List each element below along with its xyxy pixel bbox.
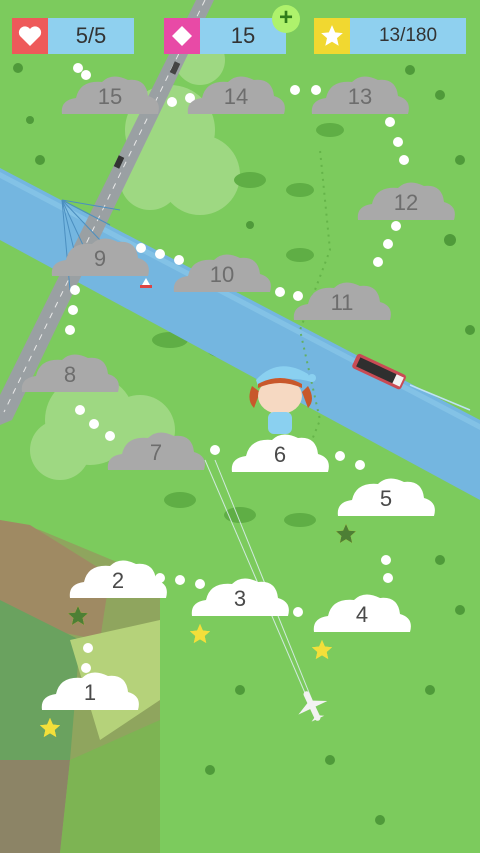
level-number: 5 xyxy=(379,486,393,511)
level-node-1[interactable]: 1 xyxy=(38,668,142,737)
level-number: 8 xyxy=(63,362,77,387)
lives-value: 5/5 xyxy=(48,18,134,54)
level-node-9[interactable]: 9 xyxy=(48,234,152,278)
level-number: 2 xyxy=(111,568,125,593)
level-number: 10 xyxy=(209,262,235,287)
level-node-14[interactable]: 14 xyxy=(184,72,288,116)
level-node-7[interactable]: 7 xyxy=(104,428,208,472)
level-node-5[interactable]: 5 xyxy=(334,474,438,543)
gems-counter[interactable]: 15 xyxy=(164,18,286,54)
level-number: 7 xyxy=(149,440,163,465)
player-avatar[interactable] xyxy=(238,352,324,438)
star-icon xyxy=(314,18,350,54)
star-filled-icon xyxy=(40,718,60,737)
level-number: 14 xyxy=(223,84,249,109)
level-node-3[interactable]: 3 xyxy=(188,574,292,643)
level-node-15[interactable]: 15 xyxy=(58,72,162,116)
level-node-11[interactable]: 11 xyxy=(290,278,394,322)
level-number: 11 xyxy=(330,290,354,315)
add-gems-button[interactable]: + xyxy=(272,5,300,33)
heart-icon xyxy=(12,18,48,54)
level-number: 12 xyxy=(393,190,419,215)
level-number: 1 xyxy=(83,680,97,705)
level-number: 13 xyxy=(347,84,373,109)
level-number: 9 xyxy=(93,246,107,271)
level-node-6[interactable]: 6 xyxy=(228,430,332,474)
level-number: 15 xyxy=(97,84,123,109)
level-number: 4 xyxy=(355,602,369,627)
level-node-10[interactable]: 10 xyxy=(170,250,274,294)
level-node-4[interactable]: 4 xyxy=(310,590,414,659)
star-empty-icon xyxy=(68,606,88,625)
level-node-2[interactable]: 2 xyxy=(66,556,170,625)
star-filled-icon xyxy=(190,624,210,643)
stars-value: 13/180 xyxy=(350,18,466,54)
game-map: 5/5 15 + 13/180 1 2 3 4 5 6 7 8 9 10 11 … xyxy=(0,0,480,853)
level-node-8[interactable]: 8 xyxy=(18,350,122,394)
farm-field-dark xyxy=(0,760,70,853)
star-empty-icon xyxy=(336,524,356,543)
level-number: 6 xyxy=(273,442,287,467)
diamond-icon xyxy=(164,18,200,54)
lives-counter[interactable]: 5/5 xyxy=(12,18,134,54)
level-node-13[interactable]: 13 xyxy=(308,72,412,116)
level-number: 3 xyxy=(233,586,247,611)
star-filled-icon xyxy=(312,640,332,659)
level-node-12[interactable]: 12 xyxy=(354,178,458,222)
stars-counter[interactable]: 13/180 xyxy=(314,18,466,54)
